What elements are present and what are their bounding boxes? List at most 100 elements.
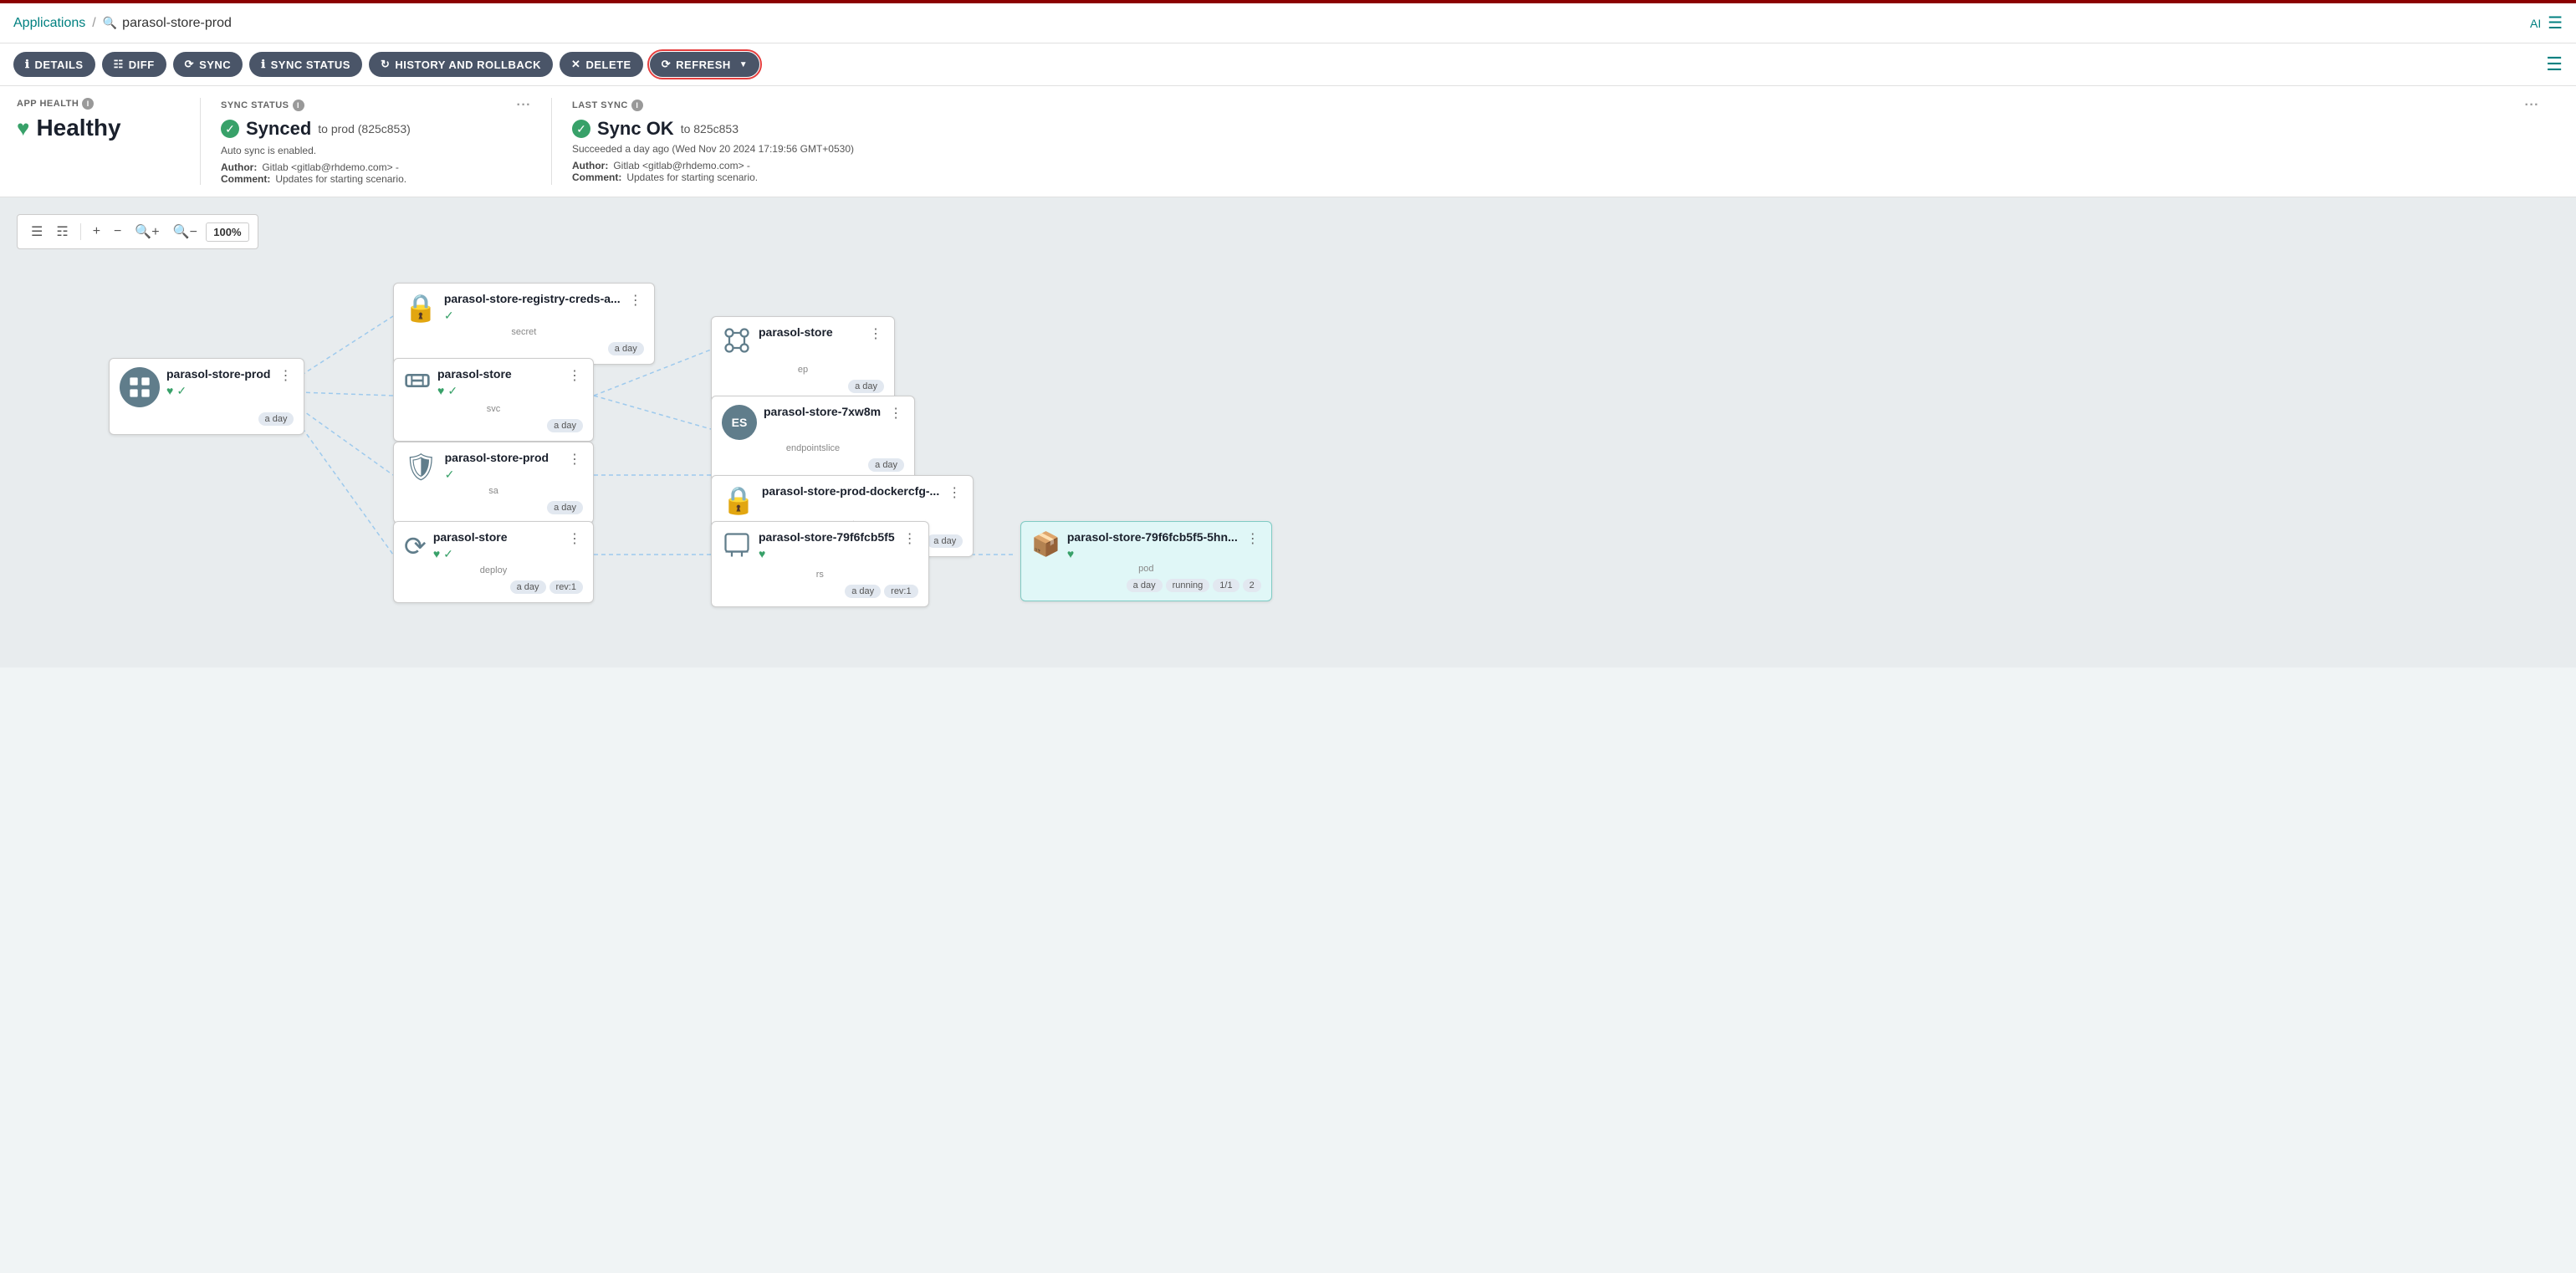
secret1-node[interactable]: 🔒 parasol-store-registry-creds-a... ✓ ⋮ …: [393, 283, 655, 365]
pod-tag3: 1/1: [1213, 579, 1239, 592]
secret1-menu[interactable]: ⋮: [627, 292, 644, 309]
endpointslice-menu[interactable]: ⋮: [887, 405, 904, 422]
history-button[interactable]: ↻ HISTORY AND ROLLBACK: [369, 52, 553, 77]
sync-comment-value: Updates for starting scenario.: [275, 173, 406, 185]
secret2-title: parasol-store-prod-dockercfg-...: [762, 484, 939, 498]
zoom-out-button[interactable]: −: [109, 221, 126, 243]
refresh-button[interactable]: ⟳ REFRESH ▼: [650, 52, 759, 77]
pod-header: 📦 parasol-store-79f6fcb5f5-5hn... ♥ ⋮: [1031, 530, 1261, 560]
pod-icon: 📦: [1031, 530, 1061, 558]
secret1-icon: 🔒: [404, 292, 437, 324]
heart-icon: ♥: [17, 115, 29, 141]
root-node[interactable]: parasol-store-prod ♥ ✓ ⋮ a day: [109, 358, 304, 435]
endpointslice-content: parasol-store-7xw8m: [764, 405, 881, 418]
last-sync-author-row: Author: Gitlab <gitlab@rhdemo.com> -: [572, 160, 2539, 171]
secret2-content: parasol-store-prod-dockercfg-...: [762, 484, 939, 498]
zoom-in-button[interactable]: +: [88, 221, 105, 243]
top-bar: Applications / 🔍 parasol-store-prod AI ☰: [0, 0, 2576, 43]
deploy-tag1: a day: [510, 580, 546, 594]
deploy-footer: a day rev:1: [404, 580, 583, 594]
synced-check-icon: ✓: [221, 120, 239, 138]
svc-footer: a day: [404, 419, 583, 432]
deploy-title: parasol-store: [433, 530, 560, 544]
rs-menu[interactable]: ⋮: [902, 530, 918, 547]
pod-menu[interactable]: ⋮: [1245, 530, 1261, 547]
secret1-title: parasol-store-registry-creds-a...: [444, 292, 621, 305]
details-button[interactable]: ℹ DETAILS: [13, 52, 95, 77]
flow-diagram: parasol-store-prod ♥ ✓ ⋮ a day 🔒 parasol…: [42, 266, 2559, 651]
root-check-icon: ✓: [176, 384, 187, 398]
svc-menu[interactable]: ⋮: [566, 367, 583, 384]
app-health-panel: APP HEALTH i ♥ Healthy: [17, 98, 201, 185]
svc-header: parasol-store ♥ ✓ ⋮: [404, 367, 583, 401]
sync-status-header: SYNC STATUS i ···: [221, 98, 531, 113]
root-node-content: parasol-store-prod ♥ ✓: [166, 367, 270, 398]
pod-tag1: a day: [1127, 579, 1163, 592]
rs-status: ♥: [759, 547, 895, 560]
list-view-button[interactable]: ☰: [26, 220, 48, 243]
sa-node[interactable]: 🛡 parasol-store-prod ✓ ⋮ sa a day: [393, 442, 594, 524]
delete-icon: ✕: [571, 58, 580, 71]
rs-header: parasol-store-79f6fcb5f5 ♥ ⋮: [722, 530, 918, 566]
zoom-in-icon-button[interactable]: 🔍+: [130, 220, 164, 243]
deploy-heart-icon: ♥: [433, 547, 440, 561]
sync-status-info-icon[interactable]: i: [293, 100, 304, 111]
applications-link[interactable]: Applications: [13, 16, 85, 31]
rs-tag2: rev:1: [884, 585, 917, 598]
secret1-status: ✓: [444, 309, 621, 323]
root-node-footer: a day: [120, 412, 294, 426]
pod-tag4: 2: [1243, 579, 1261, 592]
sync-ok-to-text: to 825c853: [681, 122, 739, 135]
sa-status: ✓: [445, 468, 560, 482]
network-topology-icon[interactable]: ☰: [2546, 54, 2563, 75]
endpointslice-header: ES parasol-store-7xw8m ⋮: [722, 405, 904, 440]
root-node-menu[interactable]: ⋮: [277, 367, 294, 384]
deploy-menu[interactable]: ⋮: [566, 530, 583, 547]
rs-node[interactable]: parasol-store-79f6fcb5f5 ♥ ⋮ rs a day re…: [711, 521, 929, 607]
secret2-menu[interactable]: ⋮: [946, 484, 963, 501]
last-sync-panel: LAST SYNC i ··· ✓ Sync OK to 825c853 Suc…: [552, 98, 2559, 185]
sa-icon: 🛡: [404, 451, 438, 483]
sa-type: sa: [404, 486, 583, 496]
app-health-info-icon[interactable]: i: [82, 98, 94, 110]
last-sync-info-icon[interactable]: i: [631, 100, 643, 111]
svc-title: parasol-store: [437, 367, 560, 381]
synced-row: ✓ Synced to prod (825c853): [221, 118, 531, 140]
caret-icon: ▼: [739, 60, 748, 69]
svc-type: svc: [404, 404, 583, 414]
org-icon: ☰: [2548, 13, 2563, 33]
last-sync-comment-value: Updates for starting scenario.: [626, 171, 758, 183]
sync-button[interactable]: ⟳ SYNC: [173, 52, 243, 77]
sa-menu[interactable]: ⋮: [566, 451, 583, 468]
ep-menu[interactable]: ⋮: [867, 325, 884, 342]
breadcrumb: Applications / 🔍 parasol-store-prod: [13, 16, 232, 31]
graph-view-button[interactable]: ☶: [51, 220, 73, 243]
diff-icon: ☷: [114, 58, 124, 71]
sync-status-icon: ℹ: [261, 58, 265, 71]
diff-button[interactable]: ☷ DIFF: [102, 52, 166, 77]
sync-status-menu-icon[interactable]: ···: [517, 98, 531, 113]
ai-label: AI: [2530, 17, 2541, 30]
secret1-header: 🔒 parasol-store-registry-creds-a... ✓ ⋮: [404, 292, 644, 324]
rs-heart-icon: ♥: [759, 547, 765, 560]
ep-node[interactable]: parasol-store ⋮ ep a day: [711, 316, 895, 402]
endpointslice-icon: ES: [722, 405, 757, 440]
endpointslice-node[interactable]: ES parasol-store-7xw8m ⋮ endpointslice a…: [711, 396, 915, 481]
healthy-label: Healthy: [36, 115, 120, 141]
svc-content: parasol-store ♥ ✓: [437, 367, 560, 398]
delete-button[interactable]: ✕ DELETE: [560, 52, 643, 77]
endpointslice-footer: a day: [722, 458, 904, 472]
deploy-node[interactable]: ⟳ parasol-store ♥ ✓ ⋮ deploy a day rev:1: [393, 521, 594, 603]
pod-tag2: running: [1166, 579, 1210, 592]
svc-heart-icon: ♥: [437, 384, 444, 398]
deploy-tag2: rev:1: [549, 580, 583, 594]
root-tag: a day: [258, 412, 294, 426]
toolbar: ℹ DETAILS ☷ DIFF ⟳ SYNC ℹ SYNC STATUS ↻ …: [0, 43, 2576, 86]
rs-content: parasol-store-79f6fcb5f5 ♥: [759, 530, 895, 560]
synced-to-text: to prod (825c853): [318, 122, 411, 135]
zoom-out-icon-button[interactable]: 🔍−: [168, 220, 202, 243]
pod-node[interactable]: 📦 parasol-store-79f6fcb5f5-5hn... ♥ ⋮ po…: [1020, 521, 1272, 601]
sync-status-button[interactable]: ℹ SYNC STATUS: [249, 52, 362, 77]
last-sync-menu-icon[interactable]: ···: [2525, 98, 2539, 113]
svc-node[interactable]: parasol-store ♥ ✓ ⋮ svc a day: [393, 358, 594, 442]
